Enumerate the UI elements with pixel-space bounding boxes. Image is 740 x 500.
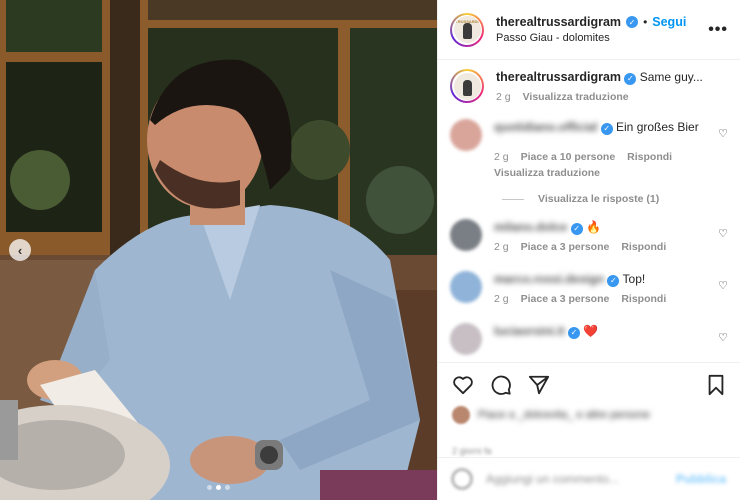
- caption-text: Same guy...: [639, 70, 703, 84]
- comment-item: milano.dolce ✓ 🔥 2 g Piace a 3 persone R…: [450, 219, 728, 253]
- comment-translate-link[interactable]: Visualizza traduzione: [494, 167, 728, 179]
- comment-likes[interactable]: Piace a 10 persone: [521, 151, 616, 163]
- separator-dot: •: [643, 15, 648, 29]
- verified-badge-icon: ✓: [624, 73, 637, 85]
- comment-username[interactable]: milano.dolce: [494, 220, 567, 234]
- like-heart-icon[interactable]: ♡: [718, 331, 728, 344]
- verified-badge-icon: ✓: [626, 16, 639, 28]
- more-options-icon[interactable]: •••: [708, 21, 728, 39]
- caption-translate-link[interactable]: Visualizza traduzione: [523, 91, 629, 103]
- comment-time: 2 g: [494, 151, 509, 163]
- caption-avatar[interactable]: [450, 69, 484, 103]
- like-heart-icon[interactable]: [452, 375, 474, 395]
- comment-reply-button[interactable]: Rispondi: [627, 151, 672, 163]
- comment-time: 2 g: [494, 241, 509, 253]
- post-actions-bar: [438, 362, 740, 406]
- comment-username[interactable]: quotidiano.official: [494, 120, 597, 134]
- like-heart-icon[interactable]: ♡: [718, 127, 728, 140]
- likes-summary[interactable]: Piace a _dolcevita_ e altre persone: [478, 409, 650, 421]
- view-replies-label: Visualizza le risposte (1): [538, 193, 660, 205]
- post-side-panel: TRUSSARDI therealtrussardigram ✓ • Segui…: [437, 0, 740, 500]
- comment-item: marco.rossi.design ✓ Top! 2 g Piace a 3 …: [450, 271, 728, 305]
- like-heart-icon[interactable]: ♡: [718, 279, 728, 292]
- replies-divider: [502, 198, 524, 200]
- comment-avatar[interactable]: [450, 219, 482, 251]
- comment-likes[interactable]: Piace a 3 persone: [521, 293, 610, 305]
- likes-section: Piace a _dolcevita_ e altre persone 2 gi…: [452, 406, 732, 456]
- liker-avatar[interactable]: [452, 406, 470, 424]
- comment-time: 2 g: [494, 293, 509, 305]
- author-avatar[interactable]: TRUSSARDI: [450, 12, 484, 47]
- comment-text: 🔥: [586, 220, 601, 234]
- comment-input[interactable]: Aggiungi un commento...: [486, 472, 676, 486]
- comment-avatar[interactable]: [450, 119, 482, 151]
- caption: therealtrussardigram ✓ Same guy... 2 g V…: [450, 69, 728, 103]
- author-username[interactable]: therealtrussardigram: [496, 15, 621, 29]
- post-location[interactable]: Passo Giau - dolomites: [496, 32, 708, 44]
- comment-text: Ein großes Bier: [616, 120, 699, 134]
- share-send-icon[interactable]: [528, 374, 550, 396]
- comment-item: quotidiano.official ✓ Ein großes Bier 2 …: [450, 119, 728, 179]
- post-header: TRUSSARDI therealtrussardigram ✓ • Segui…: [438, 0, 740, 60]
- comment-reply-button[interactable]: Rispondi: [621, 241, 666, 253]
- caption-username[interactable]: therealtrussardigram: [496, 70, 621, 84]
- verified-badge-icon: ✓: [600, 123, 613, 135]
- comment-text: Top!: [622, 272, 646, 286]
- comment-bubble-icon[interactable]: [490, 374, 512, 396]
- comment-text: ❤️: [583, 324, 599, 338]
- avatar-logo-text: TRUSSARDI: [455, 19, 479, 24]
- emoji-icon[interactable]: [452, 469, 472, 489]
- comment-item: luciaorsini.it ✓ ❤️ ♡: [450, 323, 728, 355]
- comment-likes[interactable]: Piace a 3 persone: [521, 241, 610, 253]
- verified-badge-icon: ✓: [607, 275, 620, 287]
- carousel-dot: [207, 485, 212, 490]
- post-date: 2 giorni fa: [452, 446, 492, 456]
- comment-username[interactable]: marco.rossi.design: [494, 272, 604, 286]
- comment-avatar[interactable]: [450, 323, 482, 355]
- verified-badge-icon: ✓: [568, 327, 581, 339]
- publish-button[interactable]: Pubblica: [676, 472, 726, 486]
- carousel-dot: [225, 485, 230, 490]
- photo-scene: [0, 0, 437, 500]
- like-heart-icon[interactable]: ♡: [718, 227, 728, 240]
- save-bookmark-icon[interactable]: [706, 374, 726, 396]
- comment-username[interactable]: luciaorsini.it: [494, 324, 565, 338]
- carousel-dots: [0, 485, 437, 490]
- comment-avatar[interactable]: [450, 271, 482, 303]
- verified-badge-icon: ✓: [570, 223, 583, 235]
- comment-reply-button[interactable]: Rispondi: [621, 293, 666, 305]
- add-comment-bar: Aggiungi un commento... Pubblica: [438, 457, 740, 500]
- instagram-post-view: ‹ TRUSSARDI therealtrussardigram ✓ • Seg…: [0, 0, 740, 500]
- caption-time: 2 g: [496, 91, 511, 103]
- previous-photo-button[interactable]: ‹: [9, 239, 31, 261]
- follow-button[interactable]: Segui: [652, 15, 686, 29]
- post-photo[interactable]: ‹: [0, 0, 437, 500]
- view-replies-button[interactable]: Visualizza le risposte (1): [502, 193, 728, 205]
- comments-list[interactable]: therealtrussardigram ✓ Same guy... 2 g V…: [438, 61, 740, 359]
- carousel-dot-active: [216, 485, 221, 490]
